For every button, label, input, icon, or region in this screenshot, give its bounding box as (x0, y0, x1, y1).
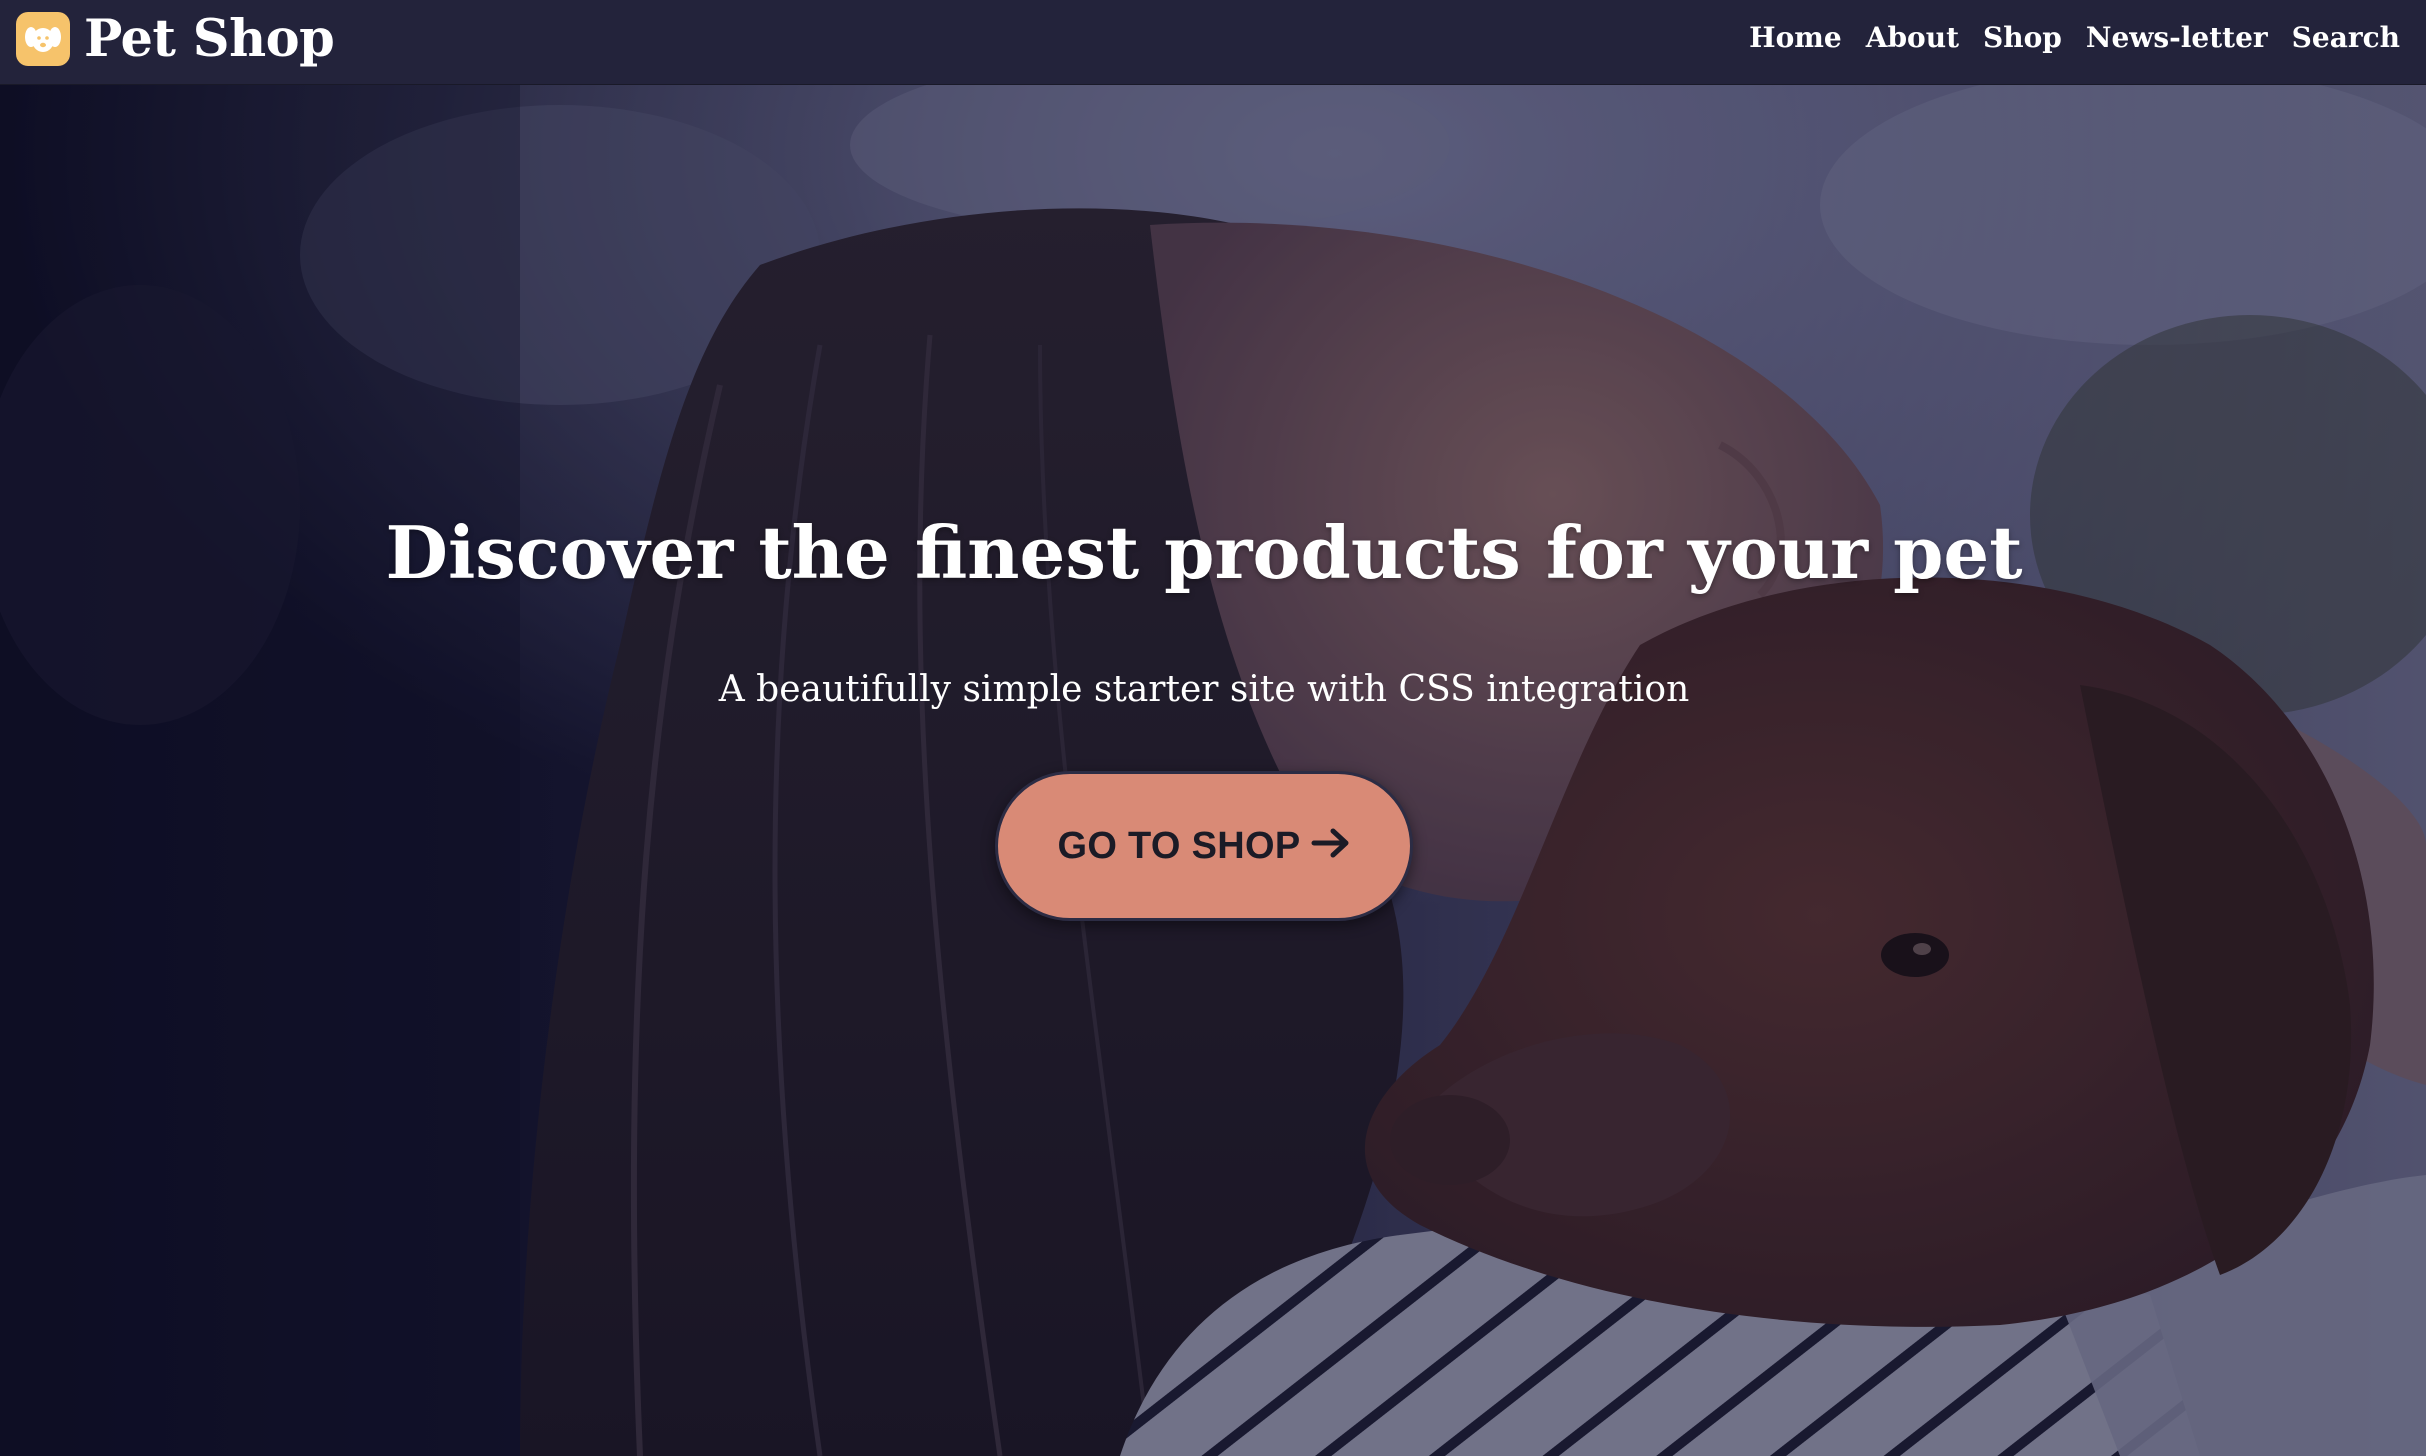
nav-link-newsletter[interactable]: News-letter (2086, 18, 2268, 58)
hero-heading: Discover the finest products for your pe… (385, 510, 2023, 595)
nav-link-home[interactable]: Home (1749, 18, 1842, 58)
nav-link-about[interactable]: About (1866, 18, 1959, 58)
cta-label: GO TO SHOP (1057, 824, 1301, 867)
brand-name: Pet Shop (84, 8, 335, 69)
nav-link-shop[interactable]: Shop (1983, 18, 2062, 58)
arrow-right-icon (1311, 826, 1351, 867)
main-nav: Home About Shop News-letter Search (1749, 18, 2400, 58)
brand[interactable]: Pet Shop (16, 8, 335, 70)
hero-subheading: A beautifully simple starter site with C… (718, 669, 1690, 710)
dog-face-icon (16, 12, 70, 66)
nav-link-search[interactable]: Search (2292, 18, 2400, 58)
hero-section: Discover the finest products for your pe… (0, 85, 2426, 1456)
go-to-shop-button[interactable]: GO TO SHOP (995, 771, 1413, 921)
top-navbar: Pet Shop Home About Shop News-letter Sea… (0, 0, 2426, 85)
